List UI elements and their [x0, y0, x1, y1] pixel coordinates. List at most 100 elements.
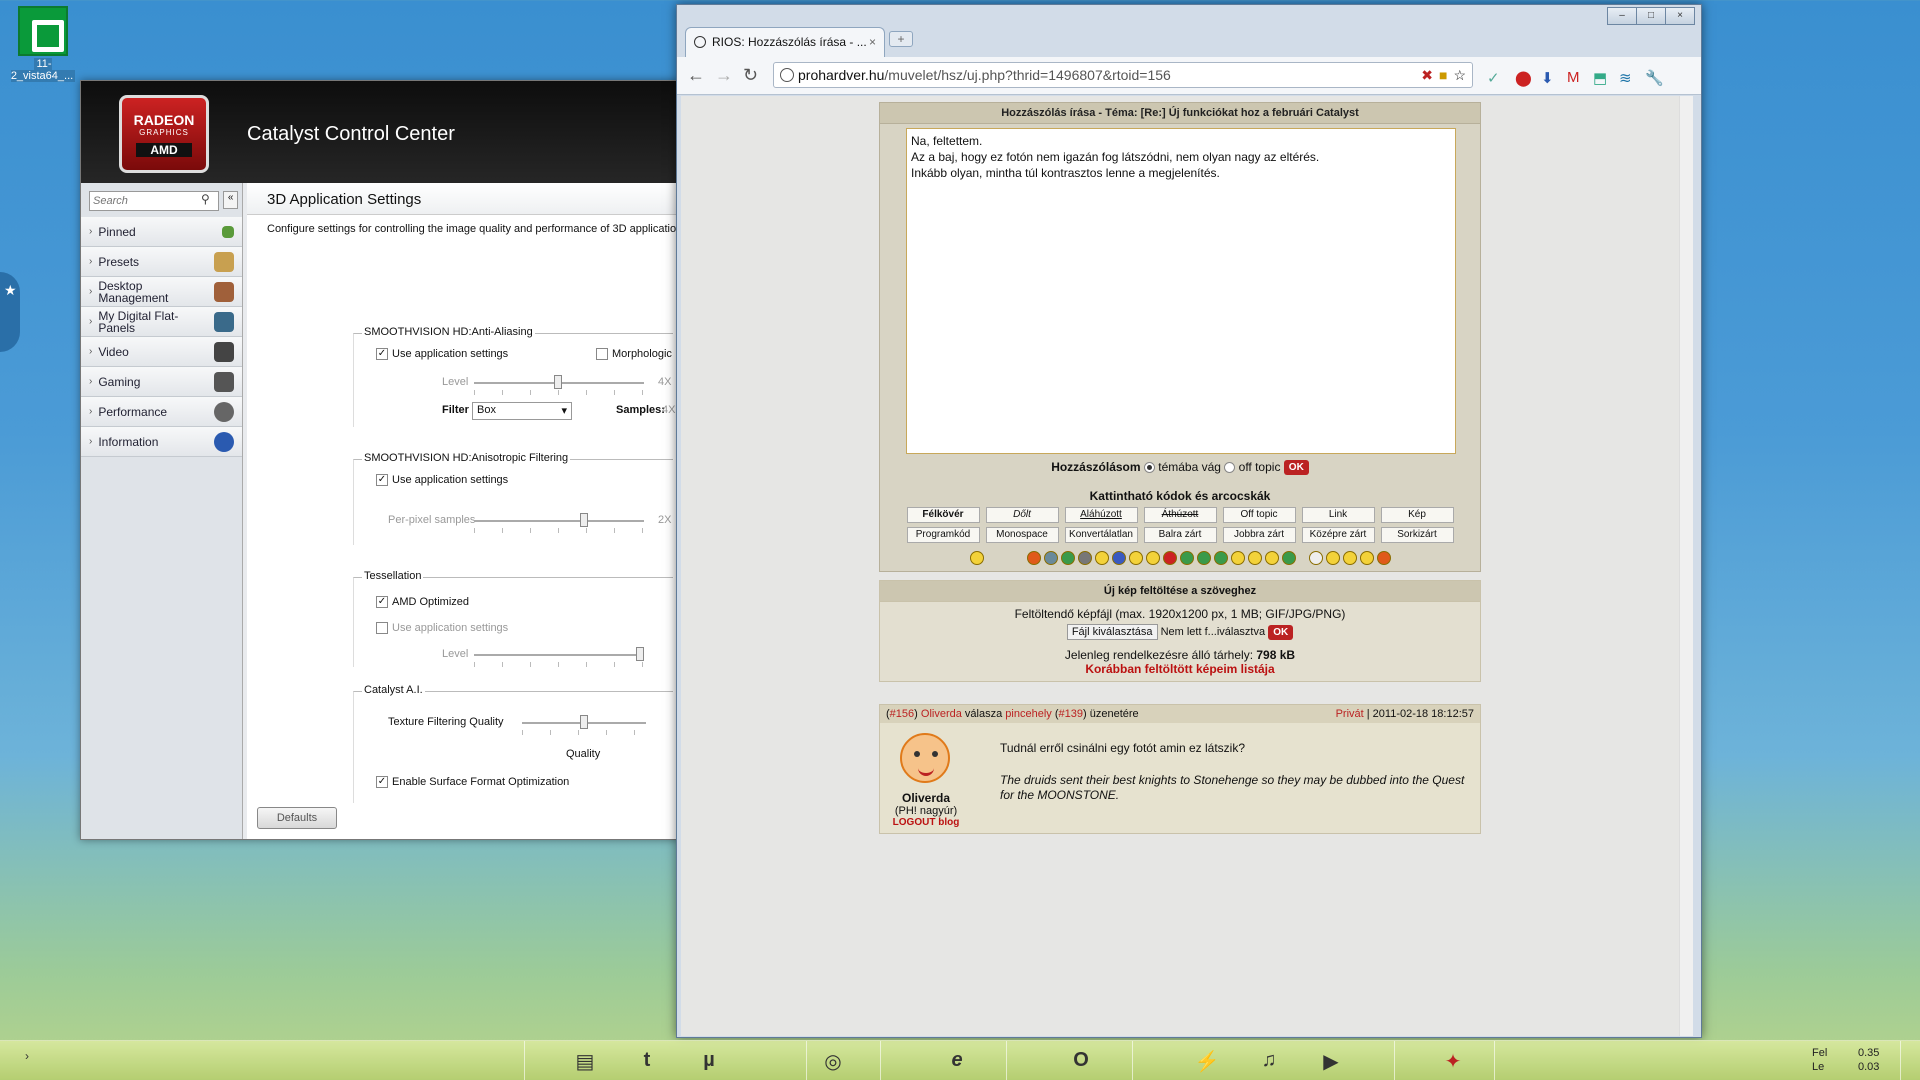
rss-icon[interactable]: ≋ [1619, 69, 1632, 87]
nav-item-video[interactable]: › Video [81, 337, 242, 367]
align-right-button[interactable]: Jobbra zárt [1222, 527, 1296, 544]
smiley-icon[interactable] [1342, 551, 1357, 566]
reply-to-user-link[interactable]: pincehely [1005, 708, 1051, 720]
smiley-icon[interactable] [1162, 551, 1177, 566]
user-links[interactable]: LOGOUT blog [884, 817, 968, 828]
amd-optimized-checkbox[interactable]: ✓ AMD Optimized [376, 596, 469, 609]
nav-item-gaming[interactable]: › Gaming [81, 367, 242, 397]
link-button[interactable]: Link [1301, 507, 1375, 524]
aa-use-app-checkbox[interactable]: ✓ Use application settings [376, 348, 508, 361]
show-desktop-divider[interactable] [1900, 1041, 1901, 1080]
smiley-icon[interactable] [1111, 551, 1126, 566]
filter-select[interactable]: Box [472, 402, 572, 420]
opera-icon[interactable]: O [1068, 1049, 1094, 1073]
search-icon[interactable]: ⚲ [201, 192, 215, 210]
smiley-icon[interactable] [1128, 551, 1143, 566]
surface-format-checkbox[interactable]: ✓ Enable Surface Format Optimization [376, 776, 569, 789]
upload-ok-button[interactable]: OK [1268, 624, 1294, 640]
catalyst-search-input[interactable] [89, 191, 219, 211]
image-button[interactable]: Kép [1380, 507, 1454, 524]
strikethrough-button[interactable]: Áthúzott [1143, 507, 1217, 524]
chevron-right-icon[interactable]: › [14, 1049, 40, 1073]
internet-explorer-icon[interactable]: e [944, 1049, 970, 1073]
choose-file-button[interactable]: Fájl kiválasztása [1066, 624, 1158, 640]
gmail-icon[interactable]: M [1567, 69, 1580, 86]
page-action-icon[interactable]: ■ [1439, 67, 1447, 84]
slider-thumb[interactable] [554, 375, 562, 389]
forward-icon[interactable]: → [715, 65, 733, 86]
submit-post-button[interactable]: OK [1283, 460, 1309, 476]
twitter-icon[interactable]: t [634, 1049, 660, 1073]
blocked-icon[interactable]: ✖ [1421, 67, 1433, 84]
lightning-icon[interactable]: ⚡ [1194, 1049, 1220, 1073]
reply-to-number-link[interactable]: #139 [1059, 708, 1083, 720]
smiley-icon[interactable] [1213, 551, 1228, 566]
aa-level-slider[interactable] [474, 375, 644, 389]
smiley-icon[interactable] [1308, 551, 1323, 566]
bookmark-star-icon[interactable]: ☆ [1453, 67, 1466, 84]
adblock-icon[interactable]: ⬤ [1515, 69, 1532, 87]
morphologic-checkbox[interactable]: Morphologic [596, 348, 672, 361]
texture-filter-slider[interactable] [522, 715, 646, 729]
smiley-icon[interactable] [1196, 551, 1211, 566]
reply-user-link[interactable]: Oliverda [921, 708, 962, 720]
address-bar[interactable]: prohardver.hu/muvelet/hsz/uj.php?thrid=1… [773, 62, 1473, 88]
nav-item-performance[interactable]: › Performance [81, 397, 242, 427]
chrome-icon[interactable]: ◎ [820, 1049, 846, 1073]
reply-number-link[interactable]: #156 [890, 708, 914, 720]
on-topic-radio[interactable] [1143, 462, 1155, 474]
browser-tab[interactable]: RIOS: Hozzászólás írása - ... × [685, 27, 885, 57]
off-topic-radio[interactable] [1224, 462, 1236, 474]
extension-icon[interactable]: ✓ [1487, 69, 1500, 87]
private-message-link[interactable]: Privát [1336, 708, 1364, 720]
slider-thumb[interactable] [580, 513, 588, 527]
page-scrollbar[interactable] [1679, 96, 1693, 1036]
nav-item-information[interactable]: › Information [81, 427, 242, 457]
previous-uploads-link[interactable]: Korábban feltöltött képeim listája [880, 662, 1480, 676]
italic-button[interactable]: Dőlt [985, 507, 1059, 524]
smiley-icon[interactable] [1281, 551, 1296, 566]
off-topic-button[interactable]: Off topic [1222, 507, 1296, 524]
af-slider[interactable] [474, 513, 644, 527]
smiley-icon[interactable] [1325, 551, 1340, 566]
smiley-icon[interactable] [1230, 551, 1245, 566]
tab-close-icon[interactable]: × [869, 35, 876, 49]
bold-button[interactable]: Félkövér [906, 507, 980, 524]
user-name[interactable]: Oliverda [884, 791, 968, 805]
align-left-button[interactable]: Balra zárt [1143, 527, 1217, 544]
reload-icon[interactable]: ↻ [743, 65, 758, 86]
code-button[interactable]: Programkód [906, 527, 980, 544]
nav-item-desktop-management[interactable]: › Desktop Management [81, 277, 242, 307]
smiley-icon[interactable] [1376, 551, 1391, 566]
headphones-icon[interactable]: ♫ [1256, 1049, 1282, 1073]
smiley-icon[interactable] [1043, 551, 1058, 566]
smiley-icon[interactable] [1026, 551, 1041, 566]
af-use-app-checkbox[interactable]: ✓ Use application settings [376, 474, 508, 487]
smiley-icon[interactable] [1264, 551, 1279, 566]
smiley-icon[interactable] [1145, 551, 1160, 566]
post-textarea[interactable]: Na, feltettem. Az a baj, hogy ez fotón n… [906, 128, 1456, 454]
minimize-icon[interactable]: – [1607, 7, 1637, 25]
underline-button[interactable]: Aláhúzott [1064, 507, 1138, 524]
smiley-icon[interactable] [1077, 551, 1092, 566]
smiley-icon[interactable] [1247, 551, 1262, 566]
slider-thumb[interactable] [636, 647, 644, 661]
align-center-button[interactable]: Középre zárt [1301, 527, 1375, 544]
smiley-icon[interactable] [1179, 551, 1194, 566]
nav-item-flat-panels[interactable]: › My Digital Flat-Panels [81, 307, 242, 337]
extension-icon[interactable]: ⬒ [1593, 69, 1607, 87]
catalyst-tray-icon[interactable]: ✦ [1440, 1049, 1466, 1073]
side-dock-tab[interactable]: ★ [0, 272, 20, 352]
download-icon[interactable]: ⬇ [1541, 69, 1554, 87]
close-icon[interactable]: × [1665, 7, 1695, 25]
smiley-icon[interactable] [1359, 551, 1374, 566]
slider-thumb[interactable] [580, 715, 588, 729]
smiley-icon[interactable] [969, 551, 984, 566]
maximize-icon[interactable]: □ [1636, 7, 1666, 25]
avatar[interactable] [900, 733, 950, 783]
justify-button[interactable]: Sorkizárt [1380, 527, 1454, 544]
smiley-icon[interactable] [1060, 551, 1075, 566]
tess-use-app-checkbox[interactable]: Use application settings [376, 622, 508, 635]
nav-item-pinned[interactable]: › Pinned [81, 217, 242, 247]
monospace-button[interactable]: Monospace [985, 527, 1059, 544]
